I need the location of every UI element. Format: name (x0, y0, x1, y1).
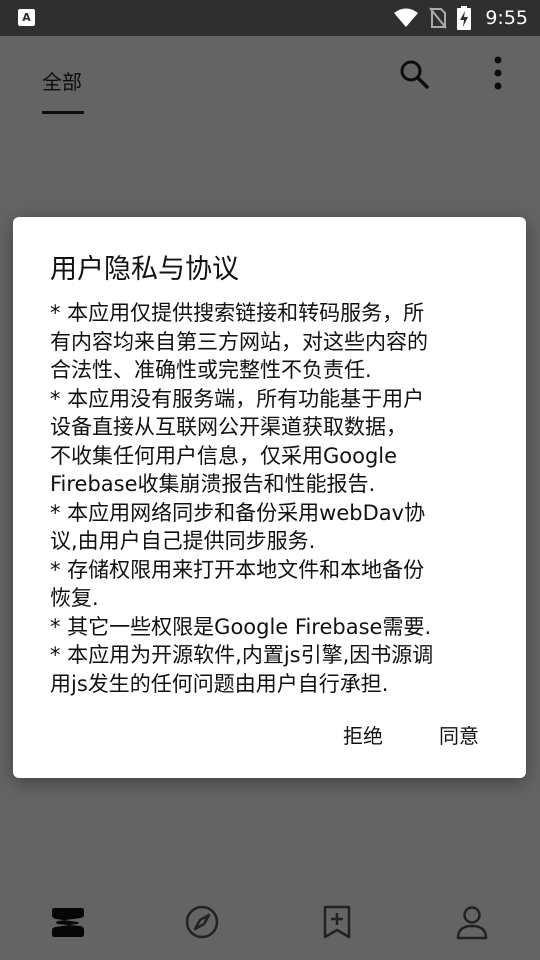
status-time: 9:55 (485, 7, 528, 29)
dialog-title: 用户隐私与协议 (50, 254, 239, 285)
app-notification-icon: A (18, 9, 35, 26)
dialog-message: * 本应用仅提供搜索链接和转码服务，所 有内容均来自第三方网站，对这些内容的 合… (50, 301, 434, 696)
battery-charging-icon (457, 6, 472, 30)
status-icons: 9:55 (393, 0, 528, 36)
agree-button[interactable]: 同意 (439, 720, 479, 749)
wifi-icon (394, 8, 419, 27)
status-bar: A 9:55 (0, 0, 540, 36)
reject-button[interactable]: 拒绝 (343, 720, 383, 749)
no-sim-icon (429, 7, 448, 29)
privacy-agreement-dialog: 用户隐私与协议 * 本应用仅提供搜索链接和转码服务，所 有内容均来自第三方网站，… (13, 217, 526, 778)
